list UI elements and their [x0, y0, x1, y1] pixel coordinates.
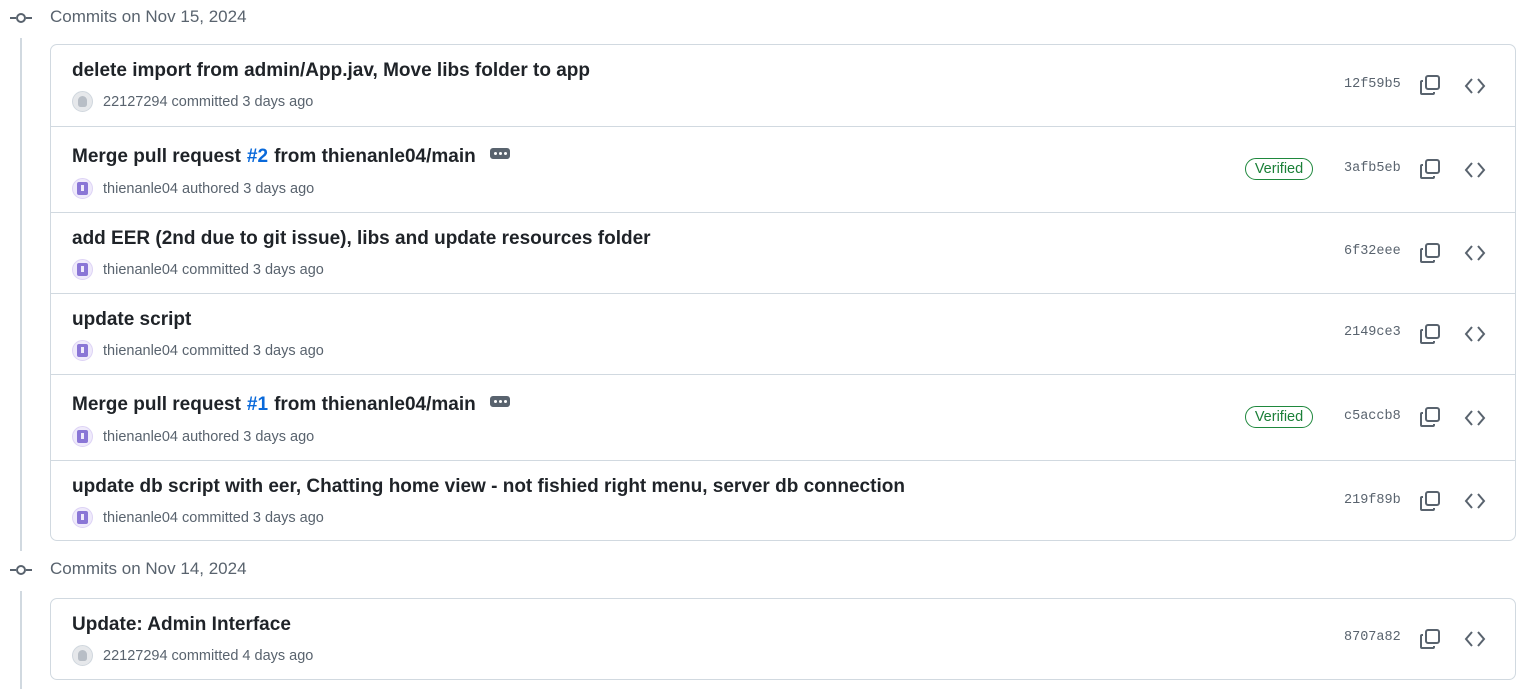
- git-commit-icon: [10, 13, 32, 23]
- commit-title: Merge pull request #1 from thienanle04/m…: [72, 394, 510, 416]
- commit-verb: committed: [171, 93, 239, 110]
- commit-row: delete import from admin/App.jav, Move l…: [51, 45, 1515, 127]
- commit-author[interactable]: thienanle04: [103, 343, 178, 359]
- commit-meta: 22127294 committed 4 days ago: [72, 645, 313, 666]
- copy-icon[interactable]: [1419, 74, 1441, 96]
- kebab-ellipsis-icon[interactable]: [489, 395, 510, 407]
- commit-sha[interactable]: 8707a82: [1344, 630, 1401, 645]
- user-identicon-avatar[interactable]: [72, 340, 93, 361]
- commit-title: Merge pull request #2 from thienanle04/m…: [72, 146, 510, 168]
- pull-request-link[interactable]: #1: [247, 394, 268, 416]
- commit-verb: committed: [171, 647, 239, 664]
- commit-timeline: Commits on Nov 15, 2024 delete import fr…: [0, 0, 1535, 689]
- commit-verb: committed: [182, 342, 249, 359]
- user-identicon-avatar[interactable]: [72, 178, 93, 199]
- commit-meta: thienanle04 authored 3 days ago: [72, 426, 314, 447]
- code-browse-icon[interactable]: [1464, 490, 1486, 512]
- git-commit-icon: [10, 565, 32, 575]
- commit-title[interactable]: update script: [72, 309, 191, 331]
- commit-group-date: Commits on Nov 14, 2024: [50, 559, 247, 578]
- commit-verb: committed: [182, 509, 249, 526]
- commit-time: 3 days ago: [252, 342, 324, 359]
- verified-badge[interactable]: Verified: [1245, 158, 1313, 180]
- timeline-line: [20, 591, 22, 689]
- commit-title[interactable]: update db script with eer, Chatting home…: [72, 476, 905, 498]
- commit-meta: thienanle04 authored 3 days ago: [72, 178, 314, 199]
- commit-time: 3 days ago: [242, 93, 314, 110]
- commit-title-prefix[interactable]: Merge pull request: [72, 146, 241, 168]
- commit-list: Update: Admin Interface 22127294 committ…: [50, 598, 1516, 680]
- code-browse-icon[interactable]: [1464, 323, 1486, 345]
- code-browse-icon[interactable]: [1464, 75, 1486, 97]
- commit-row: update db script with eer, Chatting home…: [51, 461, 1515, 540]
- commit-title[interactable]: add EER (2nd due to git issue), libs and…: [72, 228, 651, 250]
- commit-meta: thienanle04 committed 3 days ago: [72, 507, 324, 528]
- commit-author[interactable]: thienanle04: [103, 262, 178, 278]
- commit-meta: thienanle04 committed 3 days ago: [72, 340, 324, 361]
- commit-row: update script thienanle04 committed 3 da…: [51, 294, 1515, 375]
- copy-icon[interactable]: [1419, 323, 1441, 345]
- commit-row: Merge pull request #1 from thienanle04/m…: [51, 375, 1515, 461]
- commit-time: 3 days ago: [243, 180, 315, 197]
- commit-author[interactable]: 22127294: [103, 94, 168, 110]
- commit-author[interactable]: thienanle04: [103, 181, 178, 197]
- commit-list: delete import from admin/App.jav, Move l…: [50, 44, 1516, 541]
- commit-author[interactable]: thienanle04: [103, 429, 178, 445]
- commit-sha[interactable]: 6f32eee: [1344, 244, 1401, 259]
- commit-title-suffix[interactable]: from thienanle04/main: [274, 394, 476, 416]
- user-identicon-avatar[interactable]: [72, 259, 93, 280]
- commit-verb: committed: [182, 261, 249, 278]
- copy-icon[interactable]: [1419, 628, 1441, 650]
- commit-group-date: Commits on Nov 15, 2024: [50, 7, 247, 26]
- user-identicon-avatar[interactable]: [72, 507, 93, 528]
- code-browse-icon[interactable]: [1464, 628, 1486, 650]
- copy-icon[interactable]: [1419, 490, 1441, 512]
- commit-row: Update: Admin Interface 22127294 committ…: [51, 599, 1515, 679]
- commit-title-prefix[interactable]: Merge pull request: [72, 394, 241, 416]
- timeline-line: [20, 38, 22, 551]
- commit-verb: authored: [182, 428, 240, 445]
- commit-title-suffix[interactable]: from thienanle04/main: [274, 146, 476, 168]
- commit-time: 3 days ago: [243, 428, 315, 445]
- code-browse-icon[interactable]: [1464, 159, 1486, 181]
- pull-request-link[interactable]: #2: [247, 146, 268, 168]
- user-identicon-avatar[interactable]: [72, 426, 93, 447]
- commit-row: Merge pull request #2 from thienanle04/m…: [51, 127, 1515, 213]
- commit-meta: 22127294 committed 3 days ago: [72, 91, 313, 112]
- commit-title[interactable]: delete import from admin/App.jav, Move l…: [72, 60, 590, 82]
- commit-sha[interactable]: c5accb8: [1344, 409, 1401, 424]
- commit-time: 3 days ago: [252, 509, 324, 526]
- github-default-avatar[interactable]: [72, 91, 93, 112]
- commit-author[interactable]: 22127294: [103, 648, 168, 664]
- commit-author[interactable]: thienanle04: [103, 510, 178, 526]
- code-browse-icon[interactable]: [1464, 242, 1486, 264]
- commit-time: 3 days ago: [252, 261, 324, 278]
- kebab-ellipsis-icon[interactable]: [489, 147, 510, 159]
- github-default-avatar[interactable]: [72, 645, 93, 666]
- commit-sha[interactable]: 12f59b5: [1344, 77, 1401, 92]
- copy-icon[interactable]: [1419, 158, 1441, 180]
- commit-title[interactable]: Update: Admin Interface: [72, 614, 291, 636]
- commit-row: add EER (2nd due to git issue), libs and…: [51, 213, 1515, 294]
- copy-icon[interactable]: [1419, 406, 1441, 428]
- commit-sha[interactable]: 219f89b: [1344, 493, 1401, 508]
- copy-icon[interactable]: [1419, 242, 1441, 264]
- commit-verb: authored: [182, 180, 240, 197]
- commit-sha[interactable]: 3afb5eb: [1344, 161, 1401, 176]
- code-browse-icon[interactable]: [1464, 407, 1486, 429]
- verified-badge[interactable]: Verified: [1245, 406, 1313, 428]
- commit-meta: thienanle04 committed 3 days ago: [72, 259, 324, 280]
- commit-sha[interactable]: 2149ce3: [1344, 325, 1401, 340]
- commit-time: 4 days ago: [242, 647, 314, 664]
